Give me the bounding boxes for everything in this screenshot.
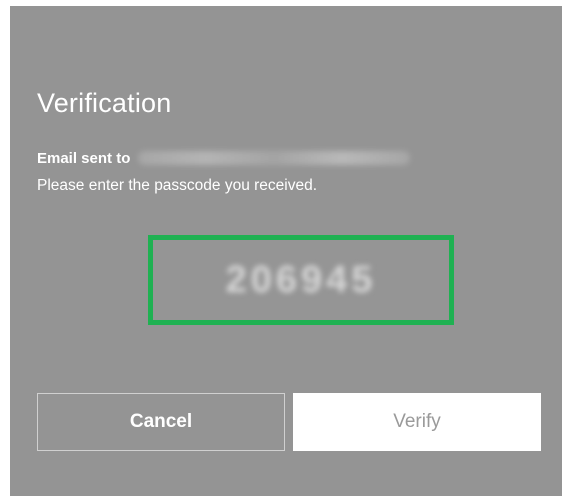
cancel-button[interactable]: Cancel bbox=[37, 393, 285, 451]
passcode-field[interactable]: 206945 bbox=[148, 235, 454, 325]
email-sent-label: Email sent to bbox=[37, 149, 131, 167]
passcode-instructions: Please enter the passcode you received. bbox=[37, 177, 318, 194]
dialog-title: Verification bbox=[37, 88, 172, 118]
verification-dialog: Verification Email sent to Please enter … bbox=[10, 6, 562, 496]
verify-button[interactable]: Verify bbox=[293, 393, 541, 451]
redacted-email-address bbox=[138, 151, 411, 165]
email-sent-line: Email sent to bbox=[37, 146, 411, 170]
passcode-value: 206945 bbox=[225, 258, 377, 301]
